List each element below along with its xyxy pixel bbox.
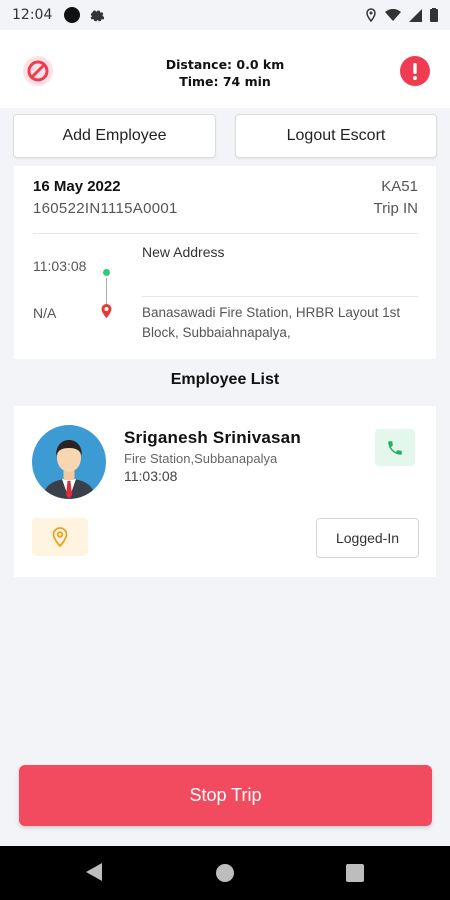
wifi-icon <box>385 8 401 21</box>
pickup-address: New Address <box>142 244 225 260</box>
notification-dot-icon <box>64 7 81 23</box>
trip-id: 160522IN1115A0001 <box>33 200 178 217</box>
status-time: 12:04 <box>12 7 53 23</box>
logout-escort-button[interactable]: Logout Escort <box>235 114 437 158</box>
divider <box>33 233 418 234</box>
battery-icon <box>430 8 438 22</box>
employee-time: 11:03:08 <box>124 468 178 484</box>
logged-in-status-button[interactable]: Logged-In <box>316 518 419 558</box>
time-text: Time: 74 min <box>179 74 271 89</box>
drop-time: N/A <box>33 305 57 321</box>
vehicle-number: KA51 <box>381 178 418 195</box>
employee-location-button[interactable] <box>32 518 88 556</box>
recent-apps-icon[interactable] <box>346 864 364 882</box>
location-icon <box>52 527 68 547</box>
avatar <box>32 425 106 499</box>
employee-location: Fire Station,Subbanapalya <box>124 451 278 466</box>
home-icon[interactable] <box>216 864 234 882</box>
settings-gear-icon <box>90 10 105 22</box>
pickup-dot-icon <box>103 269 110 276</box>
employee-list-title: Employee List <box>170 371 280 388</box>
call-button[interactable] <box>375 429 415 466</box>
employee-card: Sriganesh Srinivasan Fire Station,Subban… <box>14 406 436 577</box>
signal-icon <box>409 8 422 22</box>
action-buttons: Add Employee Logout Escort <box>13 114 437 158</box>
stop-trip-button[interactable]: Stop Trip <box>19 765 432 826</box>
pickup-time: 11:03:08 <box>33 258 87 274</box>
divider <box>142 296 418 297</box>
status-bar: 12:04 <box>0 0 450 30</box>
trip-header: Distance: 0.0 km Time: 74 min <box>0 30 450 108</box>
trip-date: 16 May 2022 <box>33 178 121 195</box>
trip-stats: Distance: 0.0 km Time: 74 min <box>0 56 450 90</box>
add-employee-button[interactable]: Add Employee <box>13 114 216 158</box>
trip-details-card: 16 May 2022 KA51 160522IN1115A0001 Trip … <box>14 166 436 359</box>
status-icons <box>365 8 438 22</box>
back-icon[interactable] <box>86 863 102 881</box>
phone-icon <box>388 440 402 455</box>
system-navigation-bar <box>0 846 450 900</box>
drop-pin-icon <box>101 304 112 318</box>
drop-address: Banasawadi Fire Station, HRBR Layout 1st… <box>142 305 401 340</box>
distance-text: Distance: 0.0 km <box>165 57 285 72</box>
location-status-icon <box>366 8 376 22</box>
employee-name: Sriganesh Srinivasan <box>124 428 301 447</box>
route-line <box>106 278 107 306</box>
trip-type: Trip IN <box>373 200 418 217</box>
alert-icon[interactable] <box>399 55 431 87</box>
